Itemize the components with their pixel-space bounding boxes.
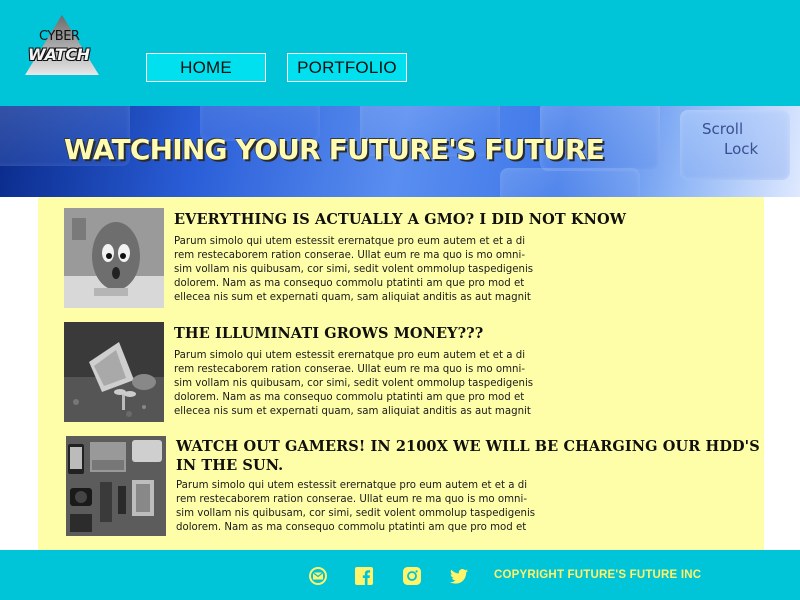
key-label: Lock xyxy=(724,140,759,158)
article-body-line: sim vollam nis quibusam, cor simi, sedit… xyxy=(176,508,536,519)
article-title[interactable]: EVERYTHING IS ACTUALLY A GMO? I DID NOT … xyxy=(174,210,626,229)
cyber-watch-logo[interactable]: CYBER WATCH xyxy=(25,13,101,77)
article-body-line: ellecea nis sum et expernati quam, sam a… xyxy=(174,406,531,417)
instagram-icon[interactable] xyxy=(402,566,422,586)
logo-text-watch: WATCH xyxy=(28,45,90,64)
article-title-line: WATCH OUT GAMERS! IN 2100X WE WILL BE CH… xyxy=(176,438,760,455)
nav-portfolio-button[interactable]: PORTFOLIO xyxy=(287,53,407,82)
copyright-text: COPYRIGHT FUTURE'S FUTURE INC xyxy=(494,569,702,581)
hero-title: WATCHING YOUR FUTURE'S FUTURE xyxy=(64,133,605,166)
facebook-icon[interactable] xyxy=(354,566,374,586)
article-body-line: Parum simolo qui utem estessit erernatqu… xyxy=(176,480,528,491)
hero-banner: Scroll Lock WATCHING YOUR FUTURE'S FUTUR… xyxy=(0,106,800,197)
article-body: Parum simolo qui utem estessit erernatqu… xyxy=(174,235,584,305)
article-title[interactable]: WATCH OUT GAMERS! IN 2100X WE WILL BE CH… xyxy=(176,437,760,475)
article-body-line: rem restecaborem ration conserae. Ullat … xyxy=(174,250,526,261)
keyboard-key-shape xyxy=(500,168,640,197)
site-footer: COPYRIGHT FUTURE'S FUTURE INC xyxy=(0,550,800,600)
article-body-line: dolorem. Nam as ma consequo commolu ptat… xyxy=(174,392,525,403)
mail-icon[interactable] xyxy=(308,566,328,586)
gadgets-flatlay-image[interactable] xyxy=(66,436,166,536)
article-body-line: rem restecaborem ration conserae. Ullat … xyxy=(176,494,528,505)
article-body: Parum simolo qui utem estessit erernatqu… xyxy=(176,479,586,535)
money-plant-image[interactable] xyxy=(64,322,164,422)
article-body-line: sim vollam nis quibusam, cor simi, sedit… xyxy=(174,378,534,389)
article-body: Parum simolo qui utem estessit erernatqu… xyxy=(174,349,584,419)
article-body-line: dolorem. Nam as ma consequo commolu ptat… xyxy=(174,278,525,289)
nav-home-button[interactable]: HOME xyxy=(146,53,266,82)
article-body-line: Parum simolo qui utem estessit erernatqu… xyxy=(174,236,526,247)
site-header: CYBER WATCH HOME PORTFOLIO xyxy=(0,0,800,106)
article-body-line: rem restecaborem ration conserae. Ullat … xyxy=(174,364,526,375)
article-title[interactable]: THE ILLUMINATI GROWS MONEY??? xyxy=(174,324,483,343)
article-body-line: ellecea nis sum et expernati quam, sam a… xyxy=(174,292,531,303)
key-label: Scroll xyxy=(702,120,744,138)
twitter-icon[interactable] xyxy=(449,566,469,586)
article-body-line: sim vollam nis quibusam, cor simi, sedit… xyxy=(174,264,534,275)
article-body-line: dolorem. Nam as ma consequo commolu ptat… xyxy=(176,522,527,533)
articles-panel: EVERYTHING IS ACTUALLY A GMO? I DID NOT … xyxy=(38,197,764,550)
article-title-line: IN THE SUN. xyxy=(176,457,284,474)
logo-text-cyber: CYBER xyxy=(39,29,80,44)
potato-face-image[interactable] xyxy=(64,208,164,308)
article-body-line: Parum simolo qui utem estessit erernatqu… xyxy=(174,350,526,361)
